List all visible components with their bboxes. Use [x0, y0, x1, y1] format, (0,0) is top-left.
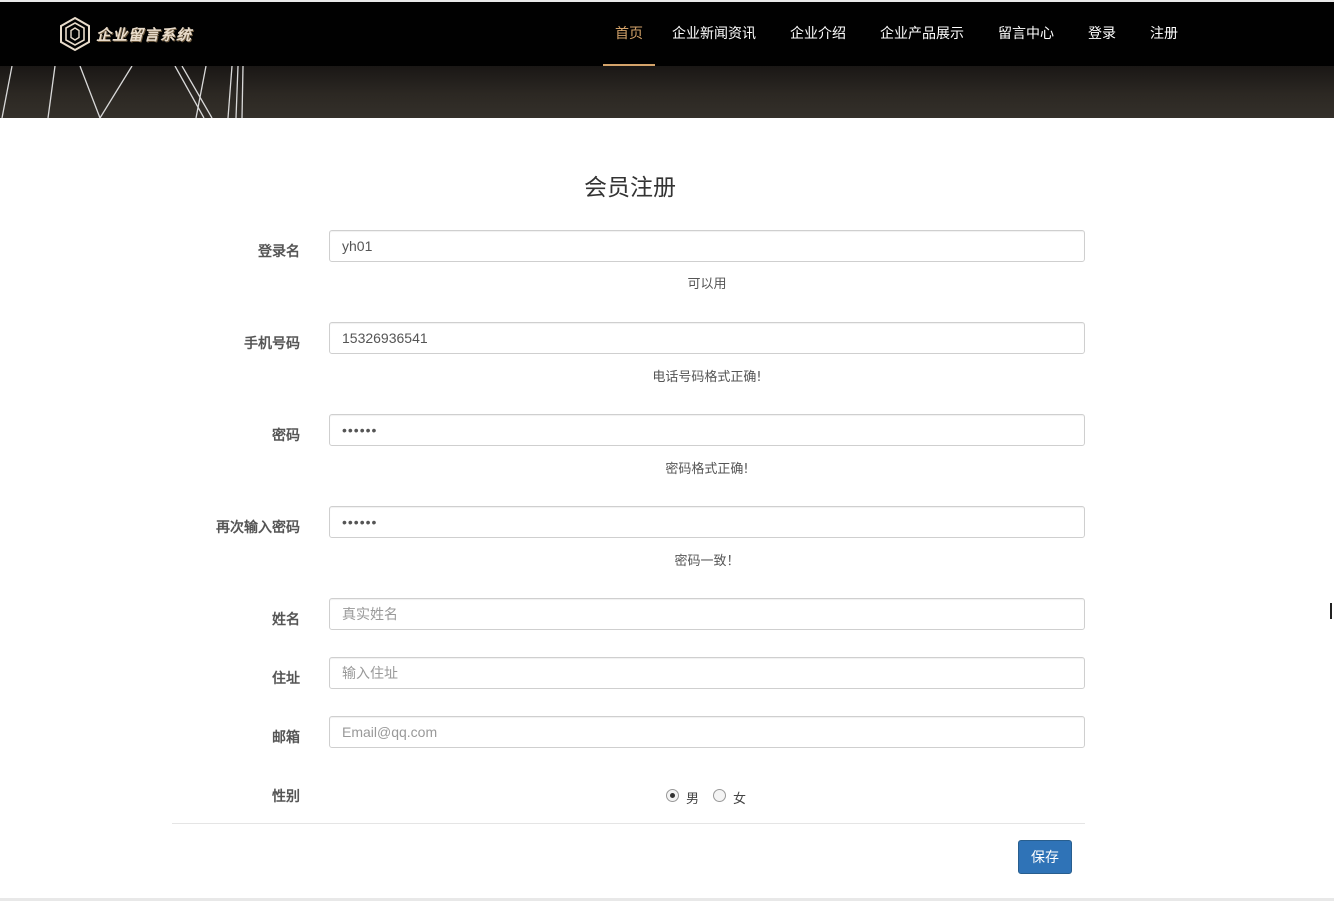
- nav-item-register[interactable]: 注册: [1133, 2, 1195, 66]
- gender-female-label: 女: [733, 792, 747, 807]
- nav-item-home[interactable]: 首页: [603, 2, 655, 66]
- hexagon-logo-icon: [60, 16, 90, 52]
- page-title: 会员注册: [584, 175, 676, 201]
- phone-hint: 电话号码格式正确!: [652, 370, 762, 385]
- gender-male-label: 男: [686, 792, 700, 807]
- gender-male-radio[interactable]: [666, 789, 679, 802]
- text-cursor-icon: [1330, 603, 1334, 619]
- address-input[interactable]: [329, 657, 1085, 689]
- save-button[interactable]: 保存: [1018, 840, 1072, 874]
- header-banner: [0, 66, 1334, 118]
- gender-label: 性别: [272, 789, 300, 805]
- realname-input[interactable]: [329, 598, 1085, 630]
- banner-line-art: [1, 66, 244, 118]
- username-hint: 可以用: [687, 277, 727, 292]
- address-label: 住址: [272, 671, 300, 687]
- email-input[interactable]: [329, 716, 1085, 748]
- nav-item-login[interactable]: 登录: [1071, 2, 1133, 66]
- realname-label: 姓名: [272, 612, 300, 628]
- phone-label: 手机号码: [244, 336, 300, 352]
- form-divider: [172, 823, 1085, 824]
- password-hint: 密码格式正确!: [665, 462, 749, 477]
- nav-item-products[interactable]: 企业产品展示: [863, 2, 981, 66]
- nav-item-news[interactable]: 企业新闻资讯: [655, 2, 773, 66]
- phone-input[interactable]: [329, 322, 1085, 354]
- username-label: 登录名: [258, 244, 300, 260]
- confirm-password-input[interactable]: [329, 506, 1085, 538]
- email-label: 邮箱: [272, 730, 300, 746]
- confirm-password-hint: 密码一致！: [674, 554, 740, 569]
- password-input[interactable]: [329, 414, 1085, 446]
- main-nav: 首页 企业新闻资讯 企业介绍 企业产品展示 留言中心 登录 注册: [603, 2, 1195, 66]
- confirm-password-label: 再次输入密码: [216, 520, 300, 536]
- gender-radio-group: 男 女: [666, 784, 752, 807]
- username-input[interactable]: [329, 230, 1085, 262]
- site-logo[interactable]: 企业留言系统: [58, 14, 198, 54]
- gender-female-radio[interactable]: [713, 789, 727, 802]
- nav-item-messages[interactable]: 留言中心: [981, 2, 1071, 66]
- navbar: 企业留言系统 首页 企业新闻资讯 企业介绍 企业产品展示 留言中心 登录 注册: [0, 2, 1334, 66]
- nav-item-about[interactable]: 企业介绍: [773, 2, 863, 66]
- password-label: 密码: [272, 428, 300, 444]
- logo-text: 企业留言系统: [96, 25, 193, 44]
